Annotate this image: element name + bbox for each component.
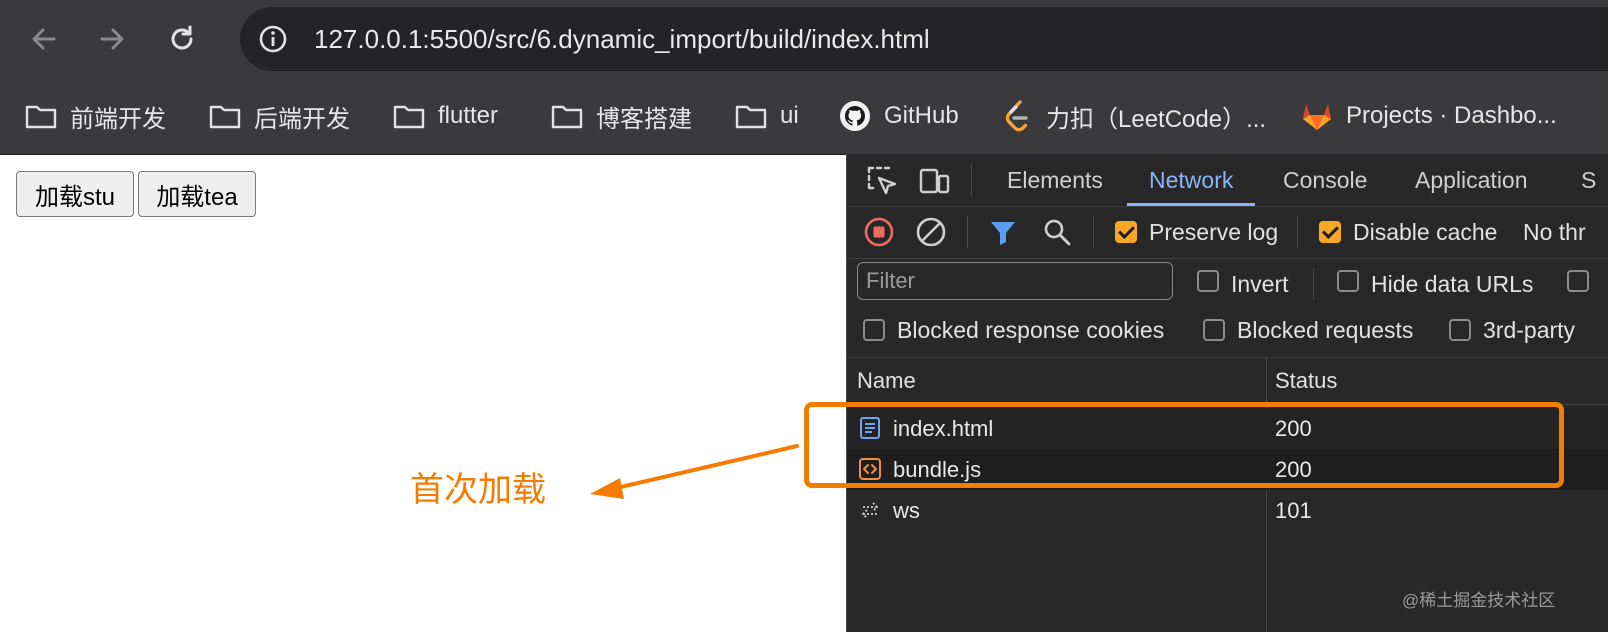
extra-filter-checkbox[interactable] [1567, 270, 1589, 292]
preserve-log-label: Preserve log [1149, 219, 1279, 245]
search-icon[interactable] [1041, 216, 1073, 248]
bookmark-label: Projects · Dashbo... [1346, 102, 1557, 129]
table-row[interactable]: ws 101 [847, 490, 1608, 531]
network-toolbar: Preserve log Disable cache No thr [847, 206, 1608, 259]
disable-cache-label: Disable cache [1353, 219, 1498, 245]
throttling-select[interactable]: No thr [1523, 206, 1586, 258]
table-header: Name Status [847, 357, 1608, 405]
device-toolbar-icon[interactable] [917, 164, 951, 198]
column-status[interactable]: Status [1275, 358, 1337, 404]
invert-checkbox[interactable] [1197, 270, 1219, 292]
column-name[interactable]: Name [857, 358, 916, 404]
hide-data-urls-label: Hide data URLs [1371, 271, 1534, 297]
inspect-element-icon[interactable] [865, 164, 899, 198]
bookmark-leetcode[interactable]: 力扣（LeetCode）... [1000, 78, 1266, 154]
preserve-log-checkbox[interactable] [1115, 221, 1137, 243]
filter-input[interactable] [857, 262, 1173, 300]
bookmark-gitlab[interactable]: Projects · Dashbo... [1300, 78, 1557, 154]
blocked-cookies-checkbox[interactable] [863, 319, 885, 341]
divider [967, 216, 968, 248]
divider [1297, 216, 1298, 248]
bookmark-label: 力扣（LeetCode）... [1046, 105, 1267, 133]
hide-data-urls-checkbox[interactable] [1337, 270, 1359, 292]
blocked-cookies-label: Blocked response cookies [897, 317, 1165, 343]
blocked-requests-checkbox[interactable] [1203, 319, 1225, 341]
invert-label: Invert [1231, 271, 1289, 297]
tab-application[interactable]: Application [1415, 154, 1528, 206]
third-party-checkbox[interactable] [1449, 319, 1471, 341]
filter-icon[interactable] [987, 216, 1019, 248]
devtools-panel: Elements Network Console Application S P… [846, 154, 1608, 632]
websocket-icon [861, 502, 879, 519]
clear-icon[interactable] [915, 216, 947, 248]
divider [971, 164, 972, 196]
leetcode-icon [1000, 99, 1034, 133]
tab-sources[interactable]: S [1581, 154, 1596, 206]
tab-console[interactable]: Console [1283, 154, 1367, 206]
divider [1093, 216, 1094, 248]
devtools-tab-bar: Elements Network Console Application S [847, 154, 1608, 207]
third-party-label: 3rd-party [1483, 317, 1576, 343]
annotation-arrow [590, 444, 799, 499]
watermark: @稀土掘金技术社区 [1402, 591, 1556, 610]
disable-cache-checkbox[interactable] [1319, 221, 1341, 243]
divider [1313, 268, 1314, 300]
annotation-label: 首次加载 [410, 471, 546, 509]
request-status: 101 [1275, 498, 1312, 523]
gitlab-icon [1300, 99, 1334, 133]
request-name: ws [893, 498, 920, 523]
tab-elements[interactable]: Elements [1007, 154, 1103, 206]
record-stop-icon[interactable] [863, 216, 895, 248]
bookmark-github[interactable]: GitHub [838, 78, 959, 154]
blocked-requests-label: Blocked requests [1237, 317, 1414, 343]
tab-network[interactable]: Network [1126, 154, 1256, 206]
bookmark-label: GitHub [884, 102, 959, 129]
highlight-box [804, 402, 1564, 488]
